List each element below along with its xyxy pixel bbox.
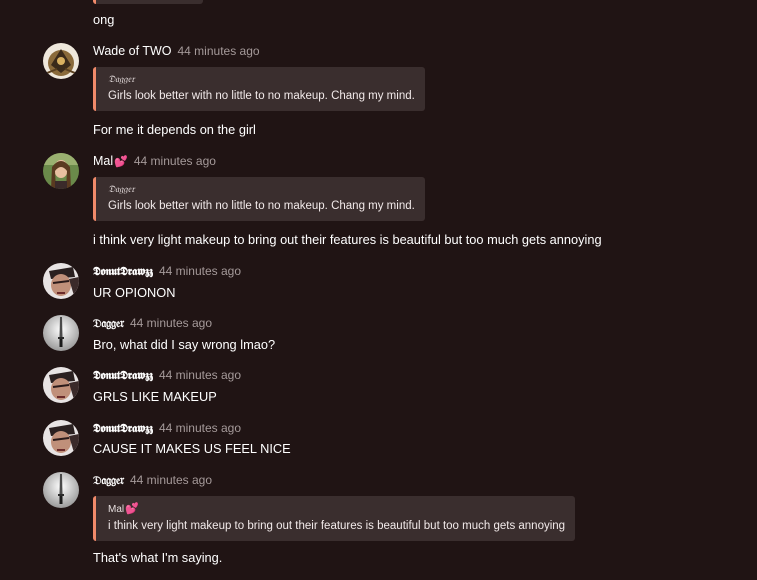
message-header: 𝔇𝔞𝔤𝔤𝔢𝔯 44 minutes ago — [93, 472, 212, 488]
avatar[interactable] — [43, 315, 79, 351]
reply-quote[interactable]: Mal💕 i think very light makeup to bring … — [93, 496, 576, 541]
message-header: Mal💕 44 minutes ago — [93, 153, 216, 169]
message-text: UR OPIONON — [93, 285, 176, 300]
message-header: 𝕯𝖔𝖓𝖚𝖙𝕯𝖗𝖆𝖜𝖟𝖟 44 minutes ago — [93, 263, 241, 279]
message-header: 𝕯𝖔𝖓𝖚𝖙𝕯𝖗𝖆𝖜𝖟𝖟 44 minutes ago — [93, 420, 241, 436]
author-name[interactable]: 𝔇𝔞𝔤𝔤𝔢𝔯 — [93, 473, 124, 487]
donut-avatar-icon — [43, 367, 79, 403]
quote-author: Mal💕 — [108, 503, 565, 516]
quote-author-text: Mal — [108, 504, 125, 515]
author-name[interactable]: 𝔇𝔞𝔤𝔤𝔢𝔯 — [93, 316, 124, 330]
message-header: Wade of TWO 44 minutes ago — [93, 43, 260, 59]
avatar[interactable] — [43, 367, 79, 403]
timestamp: 44 minutes ago — [158, 264, 241, 278]
avatar[interactable] — [43, 263, 79, 299]
two-hearts-icon: 💕 — [125, 503, 139, 515]
avatar[interactable] — [43, 420, 79, 456]
timestamp: 44 minutes ago — [133, 154, 216, 168]
two-hearts-icon: 💕 — [114, 156, 128, 168]
timestamp: 44 minutes ago — [158, 421, 241, 435]
timestamp: 44 minutes ago — [158, 368, 241, 382]
author-name[interactable]: Wade of TWO — [93, 44, 172, 58]
previous-quote-fragment — [93, 0, 203, 4]
donut-avatar-icon — [43, 420, 79, 456]
author-name[interactable]: 𝕯𝖔𝖓𝖚𝖙𝕯𝖗𝖆𝖜𝖟𝖟 — [93, 368, 153, 382]
message-text: Bro, what did I say wrong lmao? — [93, 337, 276, 352]
mal-avatar-icon — [43, 153, 79, 189]
author-name[interactable]: Mal💕 — [93, 154, 128, 168]
quote-text: Girls look better with no little to no m… — [108, 90, 415, 102]
chat-feed: ong Wade of TWO 44 minutes ago 𝔇𝔞𝔤𝔤𝔢𝔯 Gir… — [0, 0, 757, 580]
donut-avatar-icon — [43, 263, 79, 299]
message-text: i think very light makeup to bring out t… — [93, 232, 602, 247]
message-text: GRLS LIKE MAKEUP — [93, 389, 217, 404]
avatar[interactable] — [43, 153, 79, 189]
dagger-avatar-icon — [43, 472, 79, 508]
quote-author: 𝔇𝔞𝔤𝔤𝔢𝔯 — [108, 74, 135, 85]
avatar[interactable] — [43, 472, 79, 508]
quote-author: 𝔇𝔞𝔤𝔤𝔢𝔯 — [108, 184, 135, 195]
avatar[interactable] — [43, 43, 79, 79]
wade-avatar-icon — [43, 43, 79, 79]
reply-quote[interactable]: 𝔇𝔞𝔤𝔤𝔢𝔯 Girls look better with no little … — [93, 67, 425, 111]
timestamp: 44 minutes ago — [129, 473, 213, 487]
message-header: 𝔇𝔞𝔤𝔤𝔢𝔯 44 minutes ago — [93, 315, 212, 331]
dagger-avatar-icon — [43, 315, 79, 351]
timestamp: 44 minutes ago — [129, 316, 213, 330]
author-name-text: Mal — [93, 154, 114, 168]
message-text: That's what I'm saying. — [93, 550, 223, 565]
message-text: For me it depends on the girl — [93, 122, 256, 137]
message-header: 𝕯𝖔𝖓𝖚𝖙𝕯𝖗𝖆𝖜𝖟𝖟 44 minutes ago — [93, 367, 241, 383]
quote-text: Girls look better with no little to no m… — [108, 200, 415, 212]
author-name[interactable]: 𝕯𝖔𝖓𝖚𝖙𝕯𝖗𝖆𝖜𝖟𝖟 — [93, 421, 153, 435]
message-text-previous: ong — [93, 12, 115, 27]
message-text: CAUSE IT MAKES US FEEL NICE — [93, 441, 291, 456]
quote-text: i think very light makeup to bring out t… — [108, 520, 566, 532]
reply-quote[interactable]: 𝔇𝔞𝔤𝔤𝔢𝔯 Girls look better with no little … — [93, 177, 425, 221]
timestamp: 44 minutes ago — [177, 44, 260, 58]
author-name[interactable]: 𝕯𝖔𝖓𝖚𝖙𝕯𝖗𝖆𝖜𝖟𝖟 — [93, 264, 153, 278]
